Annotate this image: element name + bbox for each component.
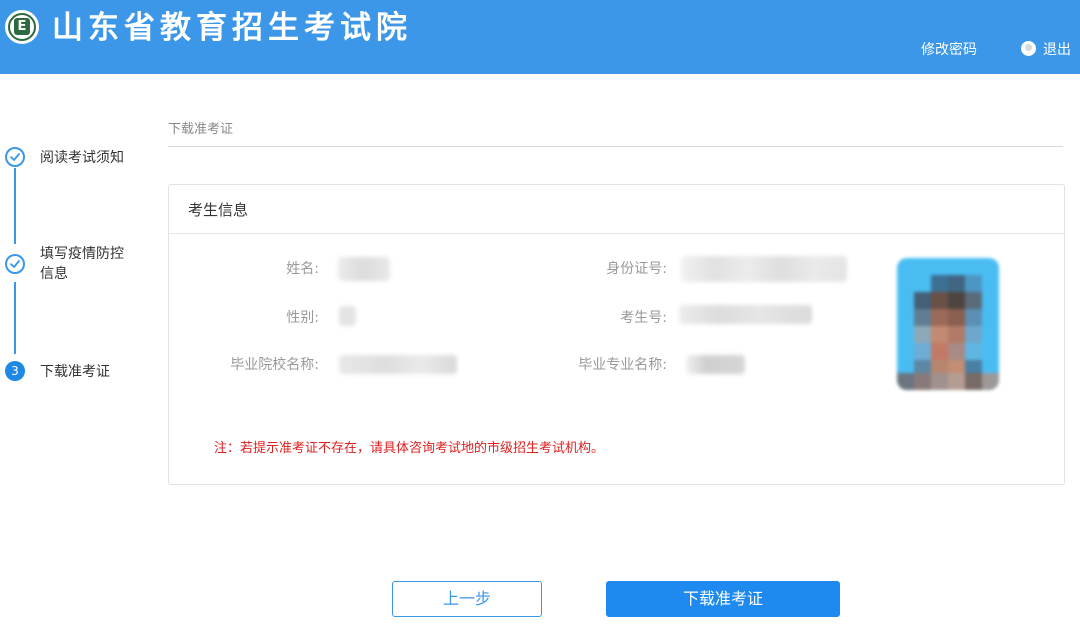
- logout-link[interactable]: 退出: [1021, 40, 1071, 60]
- gender-label: 性别:: [286, 310, 319, 326]
- step-1-label: 阅读考试须知: [40, 150, 124, 166]
- name-label: 姓名:: [286, 261, 319, 277]
- id-number-value-redacted: [681, 256, 847, 282]
- change-password-link[interactable]: 修改密码: [921, 40, 977, 60]
- notice-text: 注：若提示准考证不存在，请具体咨询考试地的市级招生考试机构。: [214, 441, 605, 456]
- logout-label: 退出: [1043, 42, 1071, 58]
- top-header: E 山东省教育招生考试院 修改密码 退出: [0, 0, 1080, 74]
- step-3-number-icon: 3: [5, 361, 25, 381]
- id-number-label: 身份证号:: [606, 261, 667, 277]
- gender-value-redacted: [339, 306, 356, 326]
- card-header: 考生信息: [169, 185, 1064, 234]
- exam-number-label: 考生号:: [620, 310, 667, 326]
- candidate-photo: [897, 258, 999, 390]
- previous-step-button[interactable]: 上一步: [392, 581, 542, 617]
- major-name-value-redacted: [686, 355, 745, 374]
- step-2-check-icon: [5, 254, 25, 274]
- step-connector-2: [14, 282, 16, 354]
- download-admission-ticket-button[interactable]: 下载准考证: [606, 581, 840, 617]
- site-title: 山东省教育招生考试院: [52, 10, 412, 46]
- step-connector-1: [14, 168, 16, 244]
- exam-number-value-redacted: [679, 305, 812, 324]
- step-2-label: 填写疫情防控信息: [40, 246, 124, 282]
- card-title: 考生信息: [188, 201, 249, 219]
- section-divider: [168, 146, 1063, 147]
- school-name-label: 毕业院校名称:: [230, 357, 319, 373]
- major-name-label: 毕业专业名称:: [578, 357, 667, 373]
- step-1-check-icon: [5, 147, 25, 167]
- exam-institute-logo-icon: E: [5, 10, 39, 44]
- section-title: 下载准考证: [168, 122, 234, 137]
- user-icon: [1021, 41, 1036, 56]
- name-value-redacted: [338, 257, 390, 281]
- school-name-value-redacted: [339, 355, 457, 374]
- step-3-label: 下载准考证: [40, 364, 110, 380]
